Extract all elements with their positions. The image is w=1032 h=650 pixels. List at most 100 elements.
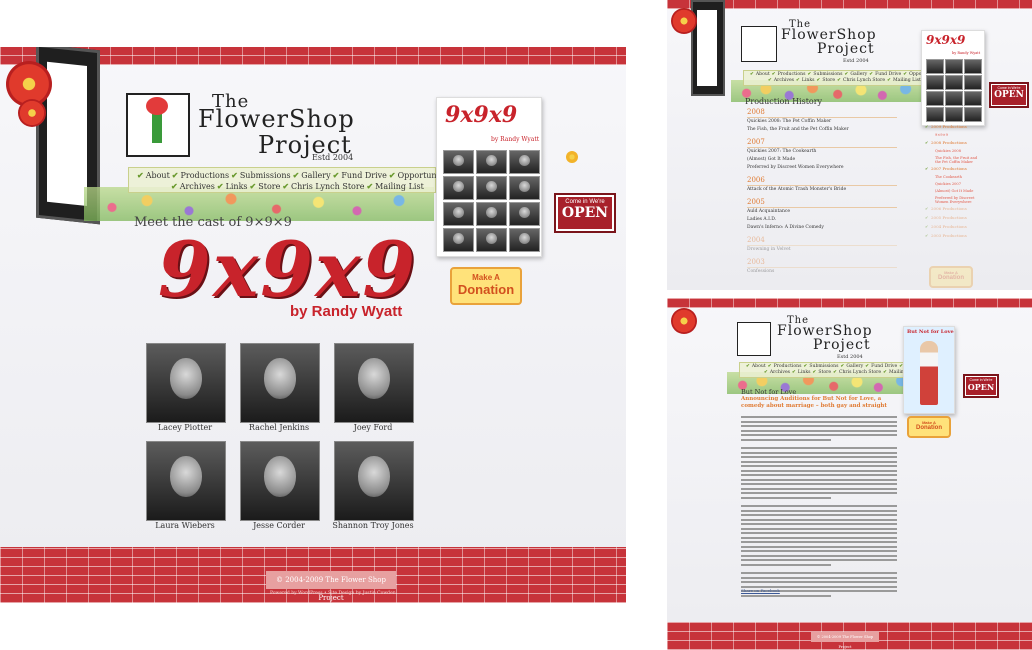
nav-link-about[interactable]: About (146, 171, 170, 180)
site-logo[interactable]: The FlowerShop Project (126, 93, 366, 157)
cast-photo[interactable] (240, 343, 320, 423)
chevron-check-icon: ✔ (925, 224, 929, 229)
main-navigation: ✔ About ✔ Productions ✔ Submissions ✔ Gallery ✔ F… (743, 70, 941, 86)
nav-link-submissions[interactable]: Submissions (813, 72, 842, 77)
face-silhouette (518, 232, 531, 245)
show-poster[interactable]: 9x9x9 by Randy Wyatt (436, 97, 542, 257)
poster-cast-thumb (509, 202, 540, 226)
history-year: 2007 (747, 138, 765, 146)
nav-link-gallery[interactable]: Gallery (301, 171, 330, 180)
site-logo[interactable]: The FlowerShop Project (737, 316, 877, 358)
history-item-link[interactable]: Quickies 2007: The Cookearth (747, 149, 816, 154)
nav-link-about[interactable]: About (752, 364, 766, 369)
donation-button[interactable]: Make A Donation (907, 416, 951, 438)
nav-separator-icon: ✔ (812, 370, 817, 375)
nav-link-chris-lynch-store[interactable]: Chris Lynch Store (843, 78, 885, 83)
nav-link-links[interactable]: Links (802, 78, 815, 83)
history-item-link[interactable]: (Almost) Got It Made (747, 157, 795, 162)
cast-photo[interactable] (334, 343, 414, 423)
sidebar-production-link[interactable]: The Fish, the Fruit and the Pet Coffin M… (935, 156, 979, 164)
history-year: 2004 (747, 236, 765, 244)
sidebar-production-link[interactable]: The Cookearth (935, 175, 979, 179)
sidebar-year-link[interactable]: 2005 Productions (931, 215, 967, 220)
nav-link-archives[interactable]: Archives (770, 370, 790, 375)
nav-link-archives[interactable]: Archives (774, 78, 794, 83)
nav-link-mailing-list[interactable]: Mailing List (375, 182, 424, 191)
article-text-line (741, 478, 897, 481)
history-item-link[interactable]: Auld Acquaintance (747, 209, 790, 214)
nav-link-archives[interactable]: Archives (180, 182, 215, 191)
donation-button[interactable]: Make A Donation (929, 266, 973, 288)
nav-separator-icon: ✔ (887, 78, 891, 83)
nav-separator-icon: ✔ (903, 72, 908, 77)
history-item-link[interactable]: Quickies 2008: The Pet Coffin Maker (747, 119, 831, 124)
nav-link-mailing-list[interactable]: Mailing List (893, 78, 921, 83)
sidebar-production-link[interactable]: 9×9×9 (935, 133, 979, 137)
nav-link-links[interactable]: Links (226, 182, 248, 191)
nav-link-about[interactable]: About (756, 72, 770, 77)
share-facebook-link[interactable]: Share on Facebook (741, 588, 780, 593)
cast-photo[interactable] (334, 441, 414, 521)
cast-photo[interactable] (146, 343, 226, 423)
poster-cast-thumb (945, 59, 963, 74)
history-item-link[interactable]: Dawn's Inferno: A Divine Comedy (747, 225, 824, 230)
face-silhouette (485, 154, 498, 167)
cast-photo[interactable] (146, 441, 226, 521)
sidebar-production-link[interactable]: Quickies 2008 (935, 149, 979, 153)
history-year-rule (747, 147, 897, 148)
nav-link-submissions[interactable]: Submissions (240, 171, 291, 180)
poster-cast-thumb (926, 107, 944, 122)
nav-link-chris-lynch-store[interactable]: Chris Lynch Store (839, 370, 881, 375)
sidebar-production-link[interactable]: Preferred by Discreet Women Everywhere (935, 196, 979, 204)
article-text-line (741, 536, 897, 539)
nav-link-gallery[interactable]: Gallery (846, 364, 863, 369)
sidebar-year-link[interactable]: 2009 Productions (931, 124, 967, 129)
history-item-link[interactable]: Ladies A.I.D. (747, 217, 776, 222)
face-silhouette (518, 180, 531, 193)
nav-link-store[interactable]: Store (822, 78, 835, 83)
nav-link-fund-drive[interactable]: Fund Drive (875, 72, 901, 77)
nav-separator-icon: ✔ (768, 78, 772, 83)
cast-photo[interactable] (240, 441, 320, 521)
history-heading: Production History (745, 97, 823, 106)
nav-separator-icon: ✔ (771, 72, 776, 77)
nav-separator-icon: ✔ (840, 364, 845, 369)
donation-button[interactable]: Make A Donation (450, 267, 522, 305)
history-year: 2006 (747, 176, 765, 184)
history-item-link[interactable]: Attack of the Atomic Trash Monster's Bri… (747, 187, 846, 192)
nav-link-fund-drive[interactable]: Fund Drive (341, 171, 387, 180)
nav-link-productions[interactable]: Productions (181, 171, 230, 180)
nav-link-store[interactable]: Store (258, 182, 280, 191)
face-silhouette (358, 456, 390, 497)
article-text-line (741, 469, 897, 472)
sidebar-year-link[interactable]: 2006 Productions (931, 206, 967, 211)
nav-link-submissions[interactable]: Submissions (809, 364, 838, 369)
sidebar-year-link[interactable]: 2008 Productions (931, 140, 967, 145)
main-navigation: ✔ About ✔ Productions ✔ Submissions ✔ Gallery ✔ F… (128, 167, 454, 193)
nav-link-store[interactable]: Store (818, 370, 831, 375)
sidebar-production-link[interactable]: (Almost) Got It Made (935, 189, 979, 193)
show-poster[interactable]: 9x9x9 by Randy Wyatt (921, 30, 985, 126)
nav-link-productions[interactable]: Productions (774, 364, 802, 369)
estd-label: Estd 2004 (312, 153, 354, 162)
face-silhouette (452, 206, 465, 219)
sidebar-production-link[interactable]: Quickies 2007 (935, 182, 979, 186)
sidebar-year-link[interactable]: 2003 Productions (931, 233, 967, 238)
sidebar-year-link[interactable]: 2004 Productions (931, 224, 967, 229)
nav-separator-icon: ✔ (807, 72, 812, 77)
nav-link-gallery[interactable]: Gallery (850, 72, 867, 77)
article-poster[interactable]: But Not for Love (903, 326, 955, 414)
nav-link-fund-drive[interactable]: Fund Drive (871, 364, 897, 369)
nav-link-productions[interactable]: Productions (778, 72, 806, 77)
nav-link-chris-lynch-store[interactable]: Chris Lynch Store (291, 182, 364, 191)
article-text-line (741, 518, 897, 521)
history-item-link[interactable]: Confessions (747, 269, 774, 274)
history-item-link[interactable]: Drowning in Velvet (747, 247, 791, 252)
article-text-line (741, 532, 897, 534)
nav-separator-icon: ✔ (833, 370, 837, 375)
history-item-link[interactable]: Preferred by Discreet Women Everywhere (747, 165, 844, 170)
history-item-link[interactable]: The Fish, the Fruit and the Pet Coffin M… (747, 127, 849, 132)
sidebar-year-link[interactable]: 2007 Productions (931, 166, 967, 171)
poster-cast-thumb (964, 59, 982, 74)
nav-link-links[interactable]: Links (798, 370, 811, 375)
